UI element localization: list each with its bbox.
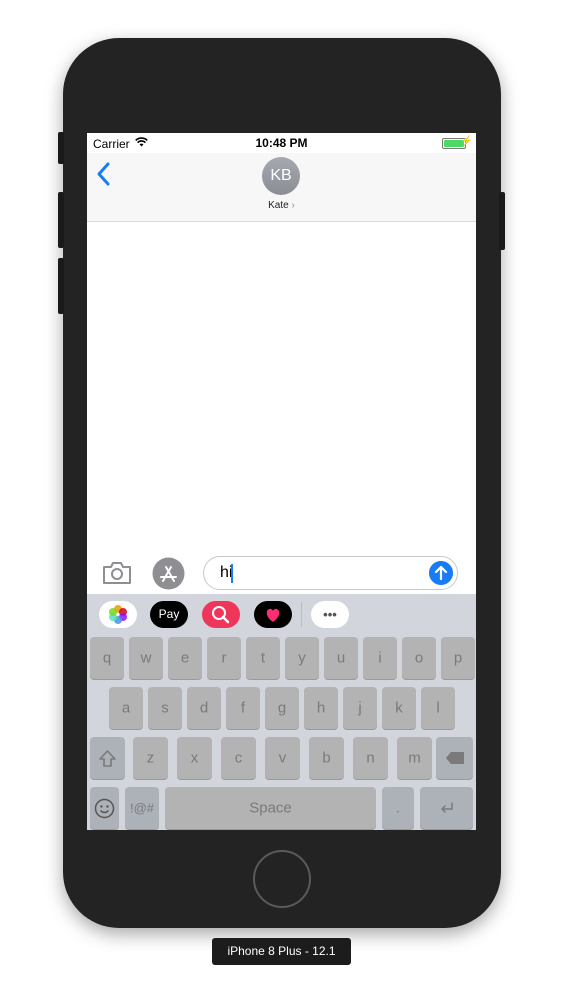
key-a[interactable]: a — [109, 687, 143, 729]
key-label: o — [414, 649, 424, 667]
key-m[interactable]: m — [397, 737, 432, 779]
text-caret — [231, 564, 233, 583]
key-n[interactable]: n — [353, 737, 388, 779]
delete-key[interactable] — [436, 737, 473, 779]
shift-key[interactable] — [90, 737, 125, 779]
emoji-icon — [94, 798, 115, 819]
more-apps-icon[interactable]: ••• — [311, 601, 349, 628]
key-e[interactable]: e — [168, 637, 202, 679]
avatar-initials: KB — [270, 167, 292, 184]
status-time: 10:48 PM — [255, 136, 308, 150]
digital-touch-icon[interactable] — [254, 601, 292, 628]
shift-icon — [99, 750, 116, 767]
key-label: j — [358, 699, 362, 717]
key-label: w — [140, 649, 152, 667]
key-label: k — [395, 699, 403, 717]
home-button[interactable] — [253, 850, 311, 908]
key-l[interactable]: l — [421, 687, 455, 729]
symbols-label: !@# — [129, 800, 155, 816]
side-button-power — [499, 192, 505, 250]
return-icon — [441, 802, 453, 813]
period-key[interactable]: . — [382, 787, 414, 829]
key-label: p — [453, 649, 463, 667]
key-v[interactable]: v — [265, 737, 300, 779]
key-label: d — [199, 699, 209, 717]
contact-name: Kate — [268, 200, 289, 211]
symbols-key[interactable]: !@# — [125, 787, 159, 829]
key-k[interactable]: k — [382, 687, 416, 729]
screen: Carrier 10:48 PM ⚡ KB Kate › hi Pay ••• … — [87, 133, 476, 830]
side-button-mute — [58, 132, 64, 164]
contact-name-link[interactable]: Kate › — [87, 200, 476, 211]
key-label: y — [298, 649, 306, 667]
apple-pay-icon[interactable]: Pay — [150, 601, 188, 628]
key-t[interactable]: t — [246, 637, 280, 679]
key-label: x — [190, 749, 199, 767]
key-y[interactable]: y — [285, 637, 319, 679]
period-label: . — [395, 799, 401, 817]
avatar[interactable]: KB — [262, 157, 300, 195]
conversation-header: KB Kate › — [87, 153, 476, 222]
photos-icon[interactable] — [99, 601, 137, 628]
status-bar: Carrier 10:48 PM ⚡ — [87, 133, 476, 153]
key-label: s — [161, 699, 169, 717]
key-label: h — [316, 699, 326, 717]
keyboard: !@# Space . q w e r t y u i o p a s d f g h j k l z x c v b n m — [87, 634, 476, 830]
chevron-left-icon[interactable] — [96, 161, 112, 187]
key-i[interactable]: i — [363, 637, 397, 679]
chevron-right-icon: › — [291, 200, 295, 211]
camera-icon[interactable] — [102, 562, 132, 584]
key-label: z — [146, 749, 155, 767]
key-label: a — [121, 699, 131, 717]
return-key[interactable] — [420, 787, 473, 829]
key-s[interactable]: s — [148, 687, 182, 729]
key-label: t — [260, 649, 266, 667]
key-label: u — [336, 649, 346, 667]
more-apps-label: ••• — [323, 607, 337, 622]
drawer-divider — [301, 602, 302, 627]
key-label: e — [180, 649, 190, 667]
key-label: m — [408, 749, 421, 767]
app-store-icon[interactable] — [152, 557, 185, 590]
delete-icon — [446, 752, 464, 764]
key-label: c — [234, 749, 243, 767]
side-button-volume-down — [58, 258, 64, 314]
key-label: l — [436, 699, 440, 717]
key-u[interactable]: u — [324, 637, 358, 679]
send-arrow-icon[interactable] — [429, 561, 453, 585]
key-label: g — [277, 699, 287, 717]
key-label: n — [366, 749, 375, 767]
charging-icon: ⚡ — [460, 136, 473, 147]
message-input[interactable]: hi — [203, 556, 458, 590]
key-label: v — [278, 749, 287, 767]
side-button-volume-up — [58, 192, 64, 248]
key-label: b — [322, 749, 331, 767]
key-f[interactable]: f — [226, 687, 260, 729]
key-label: f — [240, 699, 246, 717]
space-label: Space — [249, 799, 292, 817]
key-label: i — [378, 649, 382, 667]
key-p[interactable]: p — [441, 637, 475, 679]
key-label: q — [102, 649, 112, 667]
key-o[interactable]: o — [402, 637, 436, 679]
device-label: iPhone 8 Plus - 12.1 — [212, 938, 351, 965]
key-g[interactable]: g — [265, 687, 299, 729]
image-search-icon[interactable] — [202, 601, 240, 628]
key-r[interactable]: r — [207, 637, 241, 679]
key-x[interactable]: x — [177, 737, 212, 779]
key-j[interactable]: j — [343, 687, 377, 729]
key-h[interactable]: h — [304, 687, 338, 729]
key-w[interactable]: w — [129, 637, 163, 679]
compose-bar: hi — [87, 553, 476, 593]
key-d[interactable]: d — [187, 687, 221, 729]
key-q[interactable]: q — [90, 637, 124, 679]
apple-pay-label: Pay — [158, 607, 180, 621]
app-drawer: Pay ••• — [87, 594, 476, 634]
key-c[interactable]: c — [221, 737, 256, 779]
key-label: r — [221, 649, 227, 667]
emoji-key[interactable] — [90, 787, 119, 829]
key-z[interactable]: z — [133, 737, 168, 779]
space-key[interactable]: Space — [165, 787, 376, 829]
key-b[interactable]: b — [309, 737, 344, 779]
